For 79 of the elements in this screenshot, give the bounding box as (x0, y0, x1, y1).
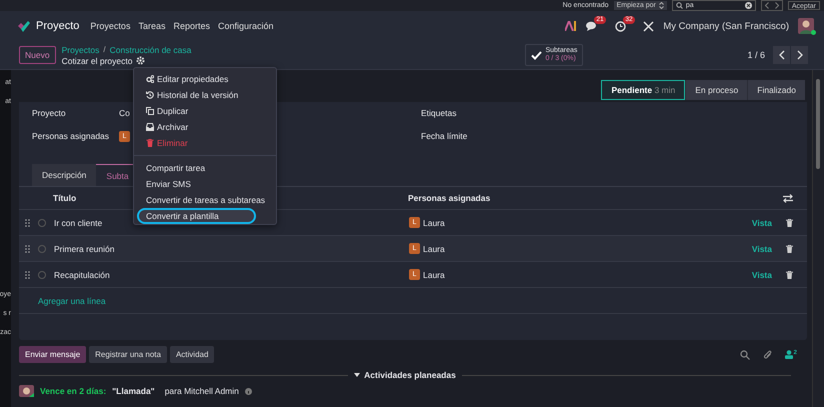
activity-due: Vence en 2 días: (40, 386, 106, 396)
gears-icon (146, 75, 154, 83)
record-title: Cotizar el proyecto (62, 56, 132, 66)
status-stage[interactable]: Finalizado (747, 80, 805, 100)
history-icon (146, 91, 154, 99)
drag-handle-icon[interactable] (25, 244, 30, 252)
column-header: Personas asignadas (408, 193, 492, 203)
new-button[interactable]: Nuevo (19, 46, 56, 64)
chevron-left-icon (778, 50, 785, 60)
menu-item[interactable]: Historial de la versión (134, 87, 276, 103)
field-value: Co (119, 108, 130, 118)
user-avatar[interactable] (798, 18, 814, 34)
info-icon[interactable] (244, 388, 252, 394)
planned-activities-toggle[interactable]: Actividades planeadas (354, 370, 456, 380)
menu-item[interactable]: Editar propiedades (134, 71, 276, 87)
previous-button[interactable] (773, 46, 790, 64)
drag-handle-icon[interactable] (25, 270, 30, 278)
app-name[interactable]: Proyecto (36, 20, 80, 32)
column-settings-icon[interactable] (783, 194, 793, 202)
menu-item[interactable]: Configuración (218, 21, 274, 31)
chevron-right-icon (796, 50, 803, 60)
online-status-icon (811, 30, 816, 34)
view-link[interactable]: Vista (752, 218, 772, 228)
breadcrumb-separator: / (103, 45, 106, 54)
company-switcher[interactable]: My Company (San Francisco) (663, 20, 789, 32)
menu-item[interactable]: Convertir de tareas a subtareas (134, 192, 276, 208)
table-cell: Primera reunión (54, 244, 114, 254)
field-label: Etiquetas (421, 108, 456, 118)
follower-icon[interactable] (784, 350, 793, 359)
status-stage[interactable]: Pendiente 3 min (601, 80, 686, 100)
trash-icon (146, 139, 154, 147)
view-link[interactable]: Vista (752, 270, 772, 280)
updown-icon (658, 2, 664, 9)
menu-item[interactable]: Tareas (138, 21, 166, 31)
drag-handle-icon[interactable] (25, 218, 30, 226)
breadcrumb-link[interactable]: Construcción de casa (110, 44, 192, 54)
check-icon (531, 50, 542, 60)
tab[interactable]: Descripción (32, 164, 96, 186)
user-avatar (19, 385, 34, 397)
chatter-button[interactable]: Actividad (170, 346, 214, 363)
caret-icon (354, 373, 360, 377)
status-stage[interactable]: En proceso (685, 80, 748, 100)
chatter-button[interactable]: Registrar una nota (89, 346, 167, 363)
trash-icon[interactable] (786, 218, 793, 226)
table-cell: Laura (423, 218, 445, 228)
field-label: Fecha límite (421, 131, 468, 141)
settings-icon[interactable] (136, 56, 146, 65)
pager-counter: 1 / 6 (748, 50, 766, 60)
copy-icon (146, 107, 154, 115)
next-button[interactable] (791, 46, 808, 64)
breadcrumb-link[interactable]: Proyectos (62, 44, 100, 54)
archive-icon (146, 123, 154, 131)
paperclip-icon[interactable] (762, 350, 772, 360)
table-cell: Ir con cliente (54, 218, 102, 228)
search-icon (676, 2, 683, 9)
menu-item[interactable]: Proyectos (90, 21, 130, 31)
add-line-link[interactable]: Agregar una línea (38, 296, 106, 306)
clear-icon[interactable] (744, 2, 752, 9)
activity-summary: "Llamada" (112, 386, 155, 396)
ai-icon[interactable] (565, 21, 578, 31)
menu-item[interactable]: Archivar (134, 119, 276, 135)
activity-assignee: para Mitchell Admin (164, 386, 239, 396)
table-cell: Laura (423, 270, 445, 280)
menu-item[interactable]: Convertir a plantilla (137, 208, 256, 224)
menu-item[interactable]: Duplicar (134, 103, 276, 119)
trash-icon[interactable] (786, 270, 793, 278)
column-header: Título (53, 193, 76, 203)
app-logo-icon[interactable] (18, 20, 30, 32)
search-icon[interactable] (740, 350, 750, 360)
table-cell: Laura (423, 244, 445, 254)
field-label: Proyecto (32, 108, 67, 118)
chat-icon[interactable] (586, 21, 598, 31)
menu-item[interactable]: Reportes (173, 21, 210, 31)
chatter-button[interactable]: Enviar mensaje (19, 346, 86, 363)
table-cell: Recapitulación (54, 270, 110, 280)
view-link[interactable]: Vista (752, 244, 772, 254)
trash-icon[interactable] (786, 244, 793, 252)
clock-icon[interactable] (615, 20, 626, 32)
field-label: Personas asignadas (32, 131, 110, 141)
